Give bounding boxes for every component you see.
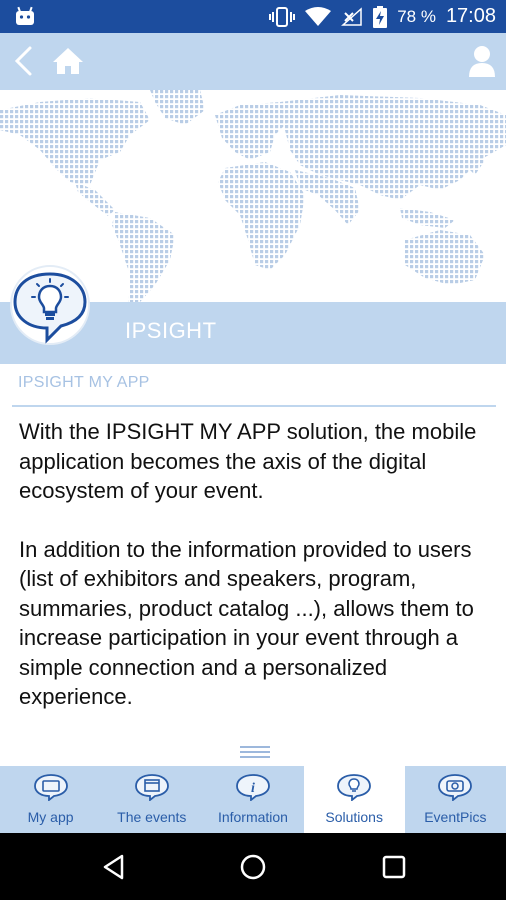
android-icon — [16, 6, 34, 25]
tab-information[interactable]: i Information — [202, 766, 303, 833]
bottom-tab-bar: My app The events i Information Solution… — [0, 766, 506, 833]
paragraph: In addition to the information provided … — [19, 536, 474, 710]
system-nav-bar — [0, 833, 506, 900]
tab-the-events[interactable]: The events — [101, 766, 202, 833]
content-subtitle: IPSIGHT MY APP — [18, 374, 150, 391]
battery-charging-icon — [373, 5, 388, 28]
drawer-handle-icon[interactable] — [240, 746, 270, 760]
divider — [12, 405, 496, 407]
tab-label: EventPics — [424, 809, 487, 825]
back-icon[interactable] — [10, 45, 40, 77]
lightbulb-icon — [10, 265, 90, 345]
camera-bubble-icon — [438, 774, 473, 801]
home-circle-icon[interactable] — [239, 853, 267, 881]
calendar-bubble-icon — [134, 774, 169, 801]
back-triangle-icon[interactable] — [100, 853, 128, 881]
tablet-bubble-icon — [33, 774, 68, 801]
home-icon[interactable] — [52, 46, 84, 76]
signal-off-icon — [341, 6, 362, 26]
tab-solutions[interactable]: Solutions — [303, 766, 405, 833]
info-bubble-icon: i — [236, 774, 270, 801]
bulb-bubble-icon — [337, 774, 372, 801]
user-icon[interactable] — [468, 44, 496, 78]
tab-eventpics[interactable]: EventPics — [405, 766, 506, 833]
tab-label: Information — [217, 809, 288, 825]
battery-percent: 78 % — [397, 6, 436, 26]
recents-square-icon[interactable] — [380, 853, 408, 881]
tab-my-app[interactable]: My app — [0, 766, 101, 833]
content-body: With the IPSIGHT MY APP solution, the mo… — [19, 417, 489, 712]
vibrate-icon — [269, 6, 296, 27]
section-title: IPSIGHT — [125, 318, 217, 343]
app-bar — [0, 33, 506, 90]
tab-label: My app — [27, 809, 74, 825]
wifi-icon — [305, 6, 332, 26]
tab-label: The events — [117, 809, 187, 825]
paragraph: With the IPSIGHT MY APP solution, the mo… — [19, 419, 477, 503]
status-bar: 78 % 17:08 — [0, 0, 506, 33]
tab-label: Solutions — [325, 809, 383, 825]
svg-text:i: i — [251, 781, 255, 796]
clock: 17:08 — [445, 5, 496, 27]
